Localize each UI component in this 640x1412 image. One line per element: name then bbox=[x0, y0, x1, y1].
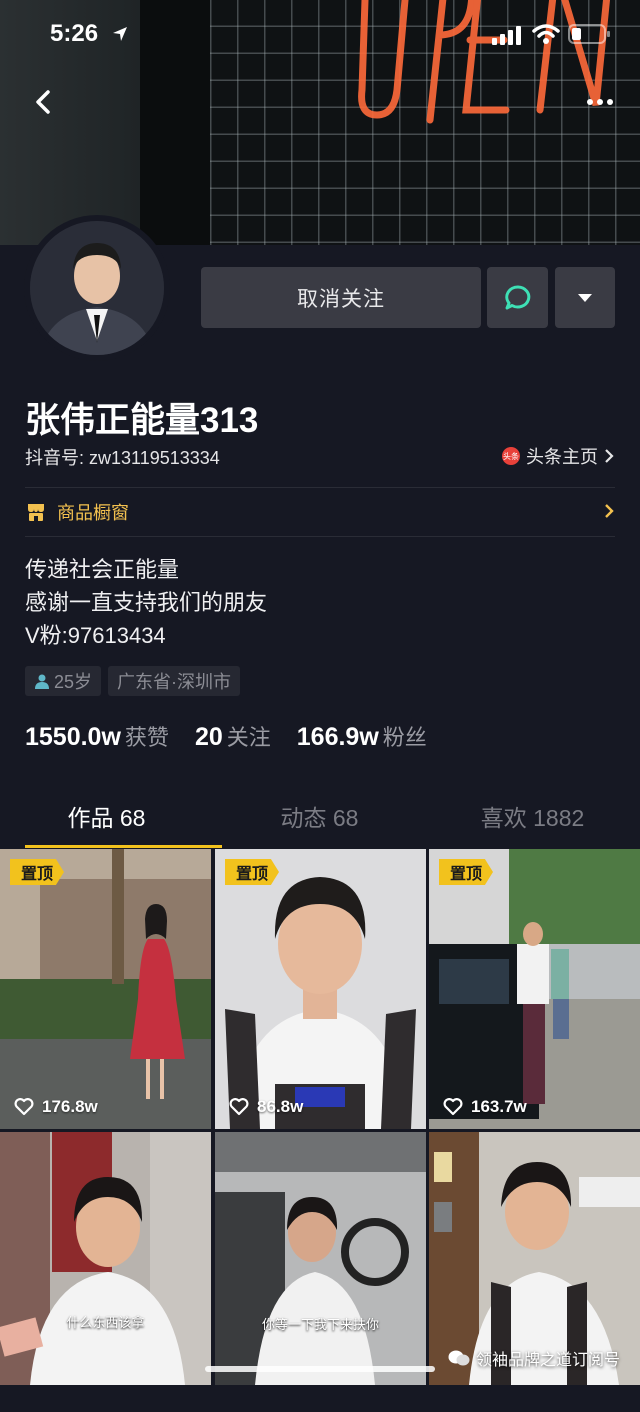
profile-stats: 1550.0w 获赞 20 关注 166.9w 粉丝 bbox=[25, 720, 427, 752]
shop-label: 商品橱窗 bbox=[57, 503, 129, 523]
battery-icon bbox=[568, 24, 610, 44]
recommend-dropdown-button[interactable] bbox=[555, 267, 615, 328]
location-tag: 广东省·深圳市 bbox=[108, 666, 241, 696]
signal-icon bbox=[492, 26, 521, 45]
chevron-right-icon bbox=[605, 449, 614, 463]
video-thumbnail[interactable]: 置顶 176.8w bbox=[0, 849, 211, 1129]
video-caption: 什么东西该拿 bbox=[66, 1315, 145, 1330]
stat-number: 166.9w bbox=[296, 723, 379, 751]
video-thumbnail[interactable]: 置顶 86.8w bbox=[215, 849, 426, 1129]
video-likes: 163.7w bbox=[443, 1097, 527, 1117]
unfollow-button[interactable]: 取消关注 bbox=[201, 267, 481, 328]
video-5-image bbox=[215, 1132, 426, 1385]
more-dots-icon bbox=[587, 99, 613, 105]
video-likes: 86.8w bbox=[229, 1097, 303, 1117]
toutiao-homepage-link[interactable]: 头条 头条主页 bbox=[502, 443, 614, 469]
pinned-badge: 置顶 bbox=[225, 859, 279, 885]
person-icon bbox=[35, 674, 49, 689]
stat-number: 20 bbox=[194, 723, 223, 751]
chevron-left-icon bbox=[36, 90, 50, 114]
pinned-badge: 置顶 bbox=[439, 859, 493, 885]
watermark-text: 领袖品牌之道订阅号 bbox=[475, 1352, 620, 1369]
video-3-image bbox=[429, 849, 640, 1129]
heart-icon bbox=[14, 1098, 34, 1116]
age-label: 25岁 bbox=[54, 672, 93, 692]
avatar-portrait bbox=[30, 221, 164, 355]
bio-line: V粉:97613434 bbox=[25, 623, 166, 648]
video-likes: 176.8w bbox=[14, 1097, 98, 1117]
pinned-badge: 置顶 bbox=[10, 859, 64, 885]
wifi-icon bbox=[532, 24, 560, 44]
tab-activity[interactable]: 动态 68 bbox=[213, 795, 426, 847]
home-indicator bbox=[205, 1366, 435, 1372]
location-label: 广东省·深圳市 bbox=[117, 672, 232, 692]
douyin-id: 抖音号: zw13119513334 bbox=[25, 448, 220, 468]
status-time: 5:26 bbox=[50, 20, 99, 47]
video-1-image bbox=[0, 849, 211, 1129]
caret-down-icon bbox=[578, 293, 592, 302]
heart-icon bbox=[443, 1098, 463, 1116]
profile-bio: 传递社会正能量 感谢一直支持我们的朋友 V粉:97613434 bbox=[25, 553, 267, 652]
heart-icon bbox=[229, 1098, 249, 1116]
bio-line: 感谢一直支持我们的朋友 bbox=[25, 590, 268, 615]
avatar[interactable] bbox=[24, 215, 170, 361]
more-options-button[interactable] bbox=[578, 82, 622, 122]
chevron-right-icon bbox=[605, 504, 614, 518]
video-caption: 你等一下我下来扶你 bbox=[261, 1317, 379, 1332]
video-4-image bbox=[0, 1132, 211, 1385]
wechat-icon bbox=[448, 1350, 470, 1366]
toutiao-link-label: 头条主页 bbox=[526, 447, 598, 467]
stat-number: 1550.0w bbox=[25, 723, 121, 751]
video-thumbnail[interactable]: 置顶 163.7w bbox=[429, 849, 640, 1129]
video-thumbnail[interactable] bbox=[429, 1132, 640, 1412]
bio-line: 传递社会正能量 bbox=[25, 557, 180, 582]
likes-count: 176.8w bbox=[42, 1097, 98, 1116]
profile-name: 张伟正能量313 bbox=[25, 401, 259, 440]
stat-label: 获赞 bbox=[124, 725, 169, 750]
shop-icon bbox=[28, 504, 44, 521]
location-arrow-icon bbox=[112, 26, 128, 47]
profile-tabs: 作品 68 动态 68 喜欢 1882 bbox=[0, 795, 640, 847]
toutiao-logo-icon: 头条 bbox=[502, 447, 520, 465]
likes-count: 86.8w bbox=[257, 1097, 304, 1116]
likes-stat: 1550.0w 获赞 bbox=[25, 720, 169, 752]
product-showcase-link[interactable]: 商品橱窗 bbox=[25, 499, 615, 525]
wechat-watermark: 领袖品牌之道订阅号 bbox=[448, 1346, 620, 1370]
video-2-image bbox=[215, 849, 426, 1129]
chat-bubble-icon bbox=[504, 284, 530, 309]
video-thumbnail[interactable]: 什么东西该拿 bbox=[0, 1132, 211, 1412]
tab-works[interactable]: 作品 68 bbox=[0, 795, 213, 847]
status-bar: 5:26 bbox=[0, 0, 640, 70]
message-button[interactable] bbox=[487, 267, 548, 328]
age-tag: 25岁 bbox=[25, 666, 102, 696]
status-icons bbox=[492, 22, 612, 48]
likes-count: 163.7w bbox=[471, 1097, 527, 1116]
divider bbox=[25, 487, 615, 488]
profile-tags: 25岁 广东省·深圳市 bbox=[25, 666, 241, 696]
stat-label: 关注 bbox=[226, 725, 271, 750]
stat-label: 粉丝 bbox=[382, 725, 427, 750]
active-tab-indicator bbox=[25, 845, 222, 848]
back-button[interactable] bbox=[24, 82, 64, 122]
tab-likes[interactable]: 喜欢 1882 bbox=[426, 795, 639, 847]
following-stat[interactable]: 20 关注 bbox=[195, 720, 271, 752]
followers-stat[interactable]: 166.9w 粉丝 bbox=[297, 720, 427, 752]
divider bbox=[25, 536, 615, 537]
